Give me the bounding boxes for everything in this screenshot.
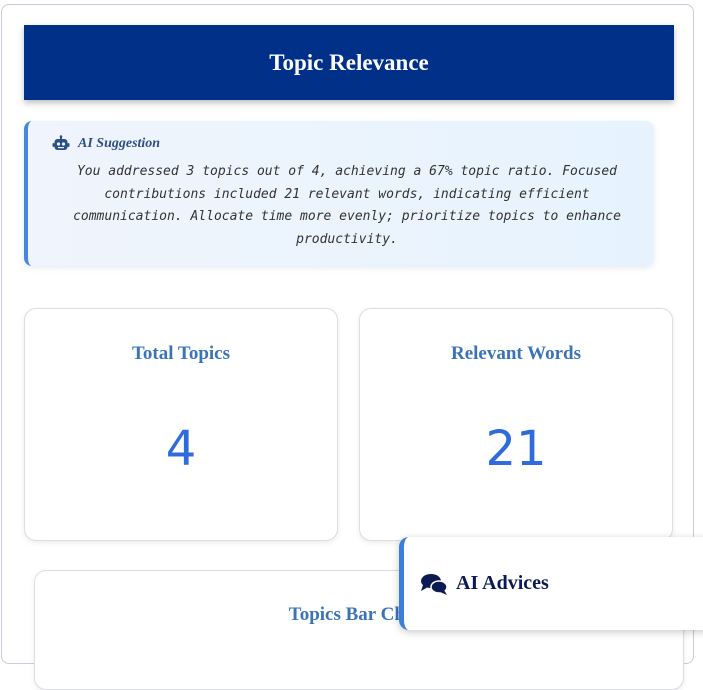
ai-advices-button[interactable]: AI Advices — [399, 537, 703, 630]
robot-icon — [52, 135, 70, 150]
chat-bubbles-icon — [421, 573, 448, 595]
ai-suggestion-title: AI Suggestion — [78, 136, 161, 151]
stat-value: 21 — [485, 421, 547, 477]
stat-card-relevant-words: Relevant Words 21 — [359, 308, 673, 541]
ai-advices-label: AI Advices — [456, 572, 549, 594]
ai-suggestion-header: AI Suggestion — [52, 135, 160, 153]
ai-suggestion-box: AI Suggestion You addressed 3 topics out… — [24, 121, 654, 266]
stat-card-total-topics: Total Topics 4 — [24, 308, 338, 541]
stat-label: Total Topics — [131, 343, 231, 364]
ai-suggestion-text: You addressed 3 topics out of 4, achievi… — [73, 164, 621, 247]
stat-label: Relevant Words — [450, 343, 581, 364]
stat-value: 4 — [165, 421, 197, 477]
page-header: Topic Relevance — [24, 25, 674, 100]
page-title: Topic Relevance — [269, 49, 429, 75]
